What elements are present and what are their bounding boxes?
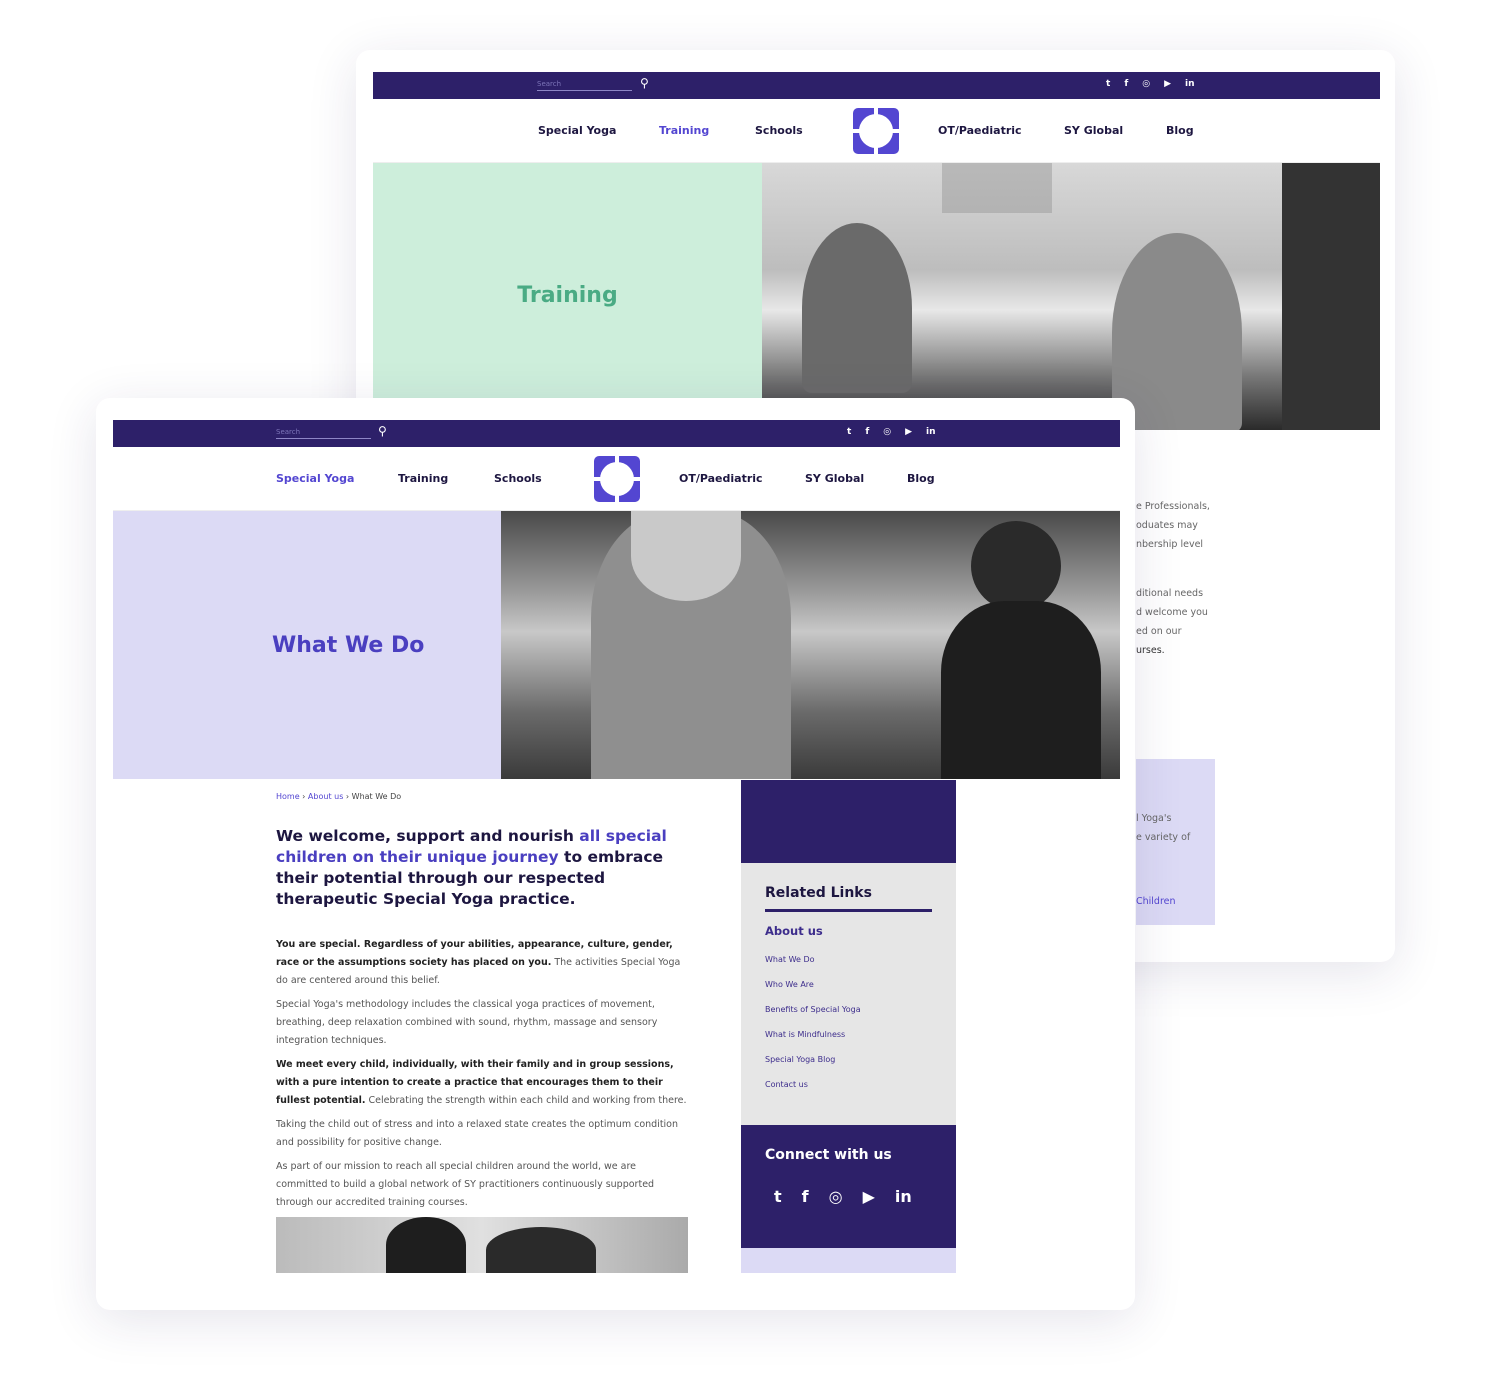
nav-ot-paediatric[interactable]: OT/Paediatric — [938, 124, 1022, 137]
text-line: nbership level — [1136, 539, 1204, 550]
search-input[interactable]: Search — [537, 78, 632, 91]
instagram-icon[interactable]: ◎ — [1142, 79, 1150, 89]
link-mindfulness[interactable]: What is Mindfulness — [765, 1030, 932, 1039]
text-line: l Yoga's — [1136, 813, 1172, 824]
paragraph: We meet every child, individually, with … — [276, 1059, 687, 1106]
linkedin-icon[interactable]: in — [895, 1187, 912, 1206]
logo[interactable] — [852, 107, 900, 155]
nav-sy-global[interactable]: SY Global — [1064, 124, 1123, 137]
nav-sy-global[interactable]: SY Global — [805, 472, 864, 485]
front-page-card: Search ⚲ t f ◎ ▶ in Special Yoga Training Sc… — [96, 398, 1135, 1310]
nav-special-yoga[interactable]: Special Yoga — [276, 472, 354, 485]
sidebar-header-block — [741, 780, 956, 863]
nav-schools[interactable]: Schools — [494, 472, 542, 485]
hero-photo — [501, 511, 1120, 779]
hero-title: Training — [517, 283, 618, 308]
text-line: d welcome you — [1136, 607, 1208, 618]
connect-social: t f ◎ ▶ in — [774, 1187, 932, 1206]
linkedin-icon[interactable]: in — [1185, 79, 1195, 89]
link-what-we-do[interactable]: What We Do — [765, 955, 932, 964]
related-links-title: Related Links — [765, 885, 932, 912]
twitter-icon[interactable]: t — [847, 427, 851, 437]
social-links: t f ◎ ▶ in — [847, 427, 936, 437]
hero-photo — [762, 163, 1380, 430]
paragraph: As part of our mission to reach all spec… — [276, 1161, 655, 1208]
connect-title: Connect with us — [765, 1147, 892, 1163]
breadcrumb-current: What We Do — [351, 792, 402, 801]
sidebar: Related Links About us What We Do Who We… — [741, 780, 956, 1273]
connect-panel: Connect with us t f ◎ ▶ in — [741, 1125, 956, 1248]
search-icon[interactable]: ⚲ — [640, 76, 649, 90]
instagram-icon[interactable]: ◎ — [829, 1187, 843, 1206]
intro-text: We welcome, support and nourish — [276, 827, 580, 845]
top-bar: Search ⚲ t f ◎ ▶ in — [373, 72, 1380, 99]
facebook-icon[interactable]: f — [865, 427, 869, 437]
paragraph: You are special. Regardless of your abil… — [276, 939, 681, 986]
body-text-fragments: e Professionals, oduates may nbership le… — [1136, 497, 1226, 660]
info-box: l Yoga's e variety of Children — [1136, 759, 1215, 925]
text-line: e Professionals, — [1136, 501, 1210, 512]
nav-training[interactable]: Training — [398, 472, 448, 485]
social-links: t f ◎ ▶ in — [1106, 79, 1195, 89]
sidebar-footer-block — [741, 1248, 956, 1273]
nav-blog[interactable]: Blog — [1166, 124, 1194, 137]
nav-schools[interactable]: Schools — [755, 124, 803, 137]
youtube-icon[interactable]: ▶ — [1164, 79, 1171, 89]
youtube-icon[interactable]: ▶ — [863, 1187, 875, 1206]
intro-heading: We welcome, support and nourish all spec… — [276, 826, 696, 910]
main-nav: Special Yoga Training Schools OT/Paediat… — [373, 99, 1380, 163]
related-links-panel: Related Links About us What We Do Who We… — [741, 863, 956, 1125]
text-line: e variety of — [1136, 832, 1191, 843]
main-nav: Special Yoga Training Schools OT/Paediat… — [113, 447, 1120, 511]
link-blog[interactable]: Special Yoga Blog — [765, 1055, 932, 1064]
children-link[interactable]: Children — [1136, 892, 1215, 911]
link-who-we-are[interactable]: Who We Are — [765, 980, 932, 989]
hero-panel: Training — [373, 163, 762, 398]
instagram-icon[interactable]: ◎ — [883, 427, 891, 437]
twitter-icon[interactable]: t — [774, 1187, 782, 1206]
body-content: You are special. Regardless of your abil… — [276, 936, 688, 1218]
link-contact[interactable]: Contact us — [765, 1080, 932, 1089]
text-line: urses. — [1136, 645, 1165, 656]
twitter-icon[interactable]: t — [1106, 79, 1110, 89]
paragraph: Taking the child out of stress and into … — [276, 1119, 679, 1148]
nav-ot-paediatric[interactable]: OT/Paediatric — [679, 472, 763, 485]
top-bar: Search ⚲ t f ◎ ▶ in — [113, 420, 1120, 447]
search-icon[interactable]: ⚲ — [378, 424, 387, 438]
nav-blog[interactable]: Blog — [907, 472, 935, 485]
text-line: ditional needs — [1136, 588, 1204, 599]
text-line: ed on our — [1136, 626, 1182, 637]
about-us-link[interactable]: About us — [765, 924, 932, 938]
logo[interactable] — [593, 455, 641, 503]
breadcrumb-home[interactable]: Home — [276, 792, 300, 801]
linkedin-icon[interactable]: in — [926, 427, 936, 437]
facebook-icon[interactable]: f — [802, 1187, 809, 1206]
hero-panel: What We Do — [113, 511, 501, 779]
search-input[interactable]: Search — [276, 426, 371, 439]
nav-training[interactable]: Training — [659, 124, 709, 137]
content-photo — [276, 1217, 688, 1273]
link-benefits[interactable]: Benefits of Special Yoga — [765, 1005, 932, 1014]
facebook-icon[interactable]: f — [1124, 79, 1128, 89]
breadcrumb-about[interactable]: About us — [308, 792, 343, 801]
paragraph: Special Yoga's methodology includes the … — [276, 999, 658, 1046]
text-line: oduates may — [1136, 520, 1198, 531]
breadcrumb: Home › About us › What We Do — [276, 792, 402, 801]
nav-special-yoga[interactable]: Special Yoga — [538, 124, 616, 137]
youtube-icon[interactable]: ▶ — [905, 427, 912, 437]
